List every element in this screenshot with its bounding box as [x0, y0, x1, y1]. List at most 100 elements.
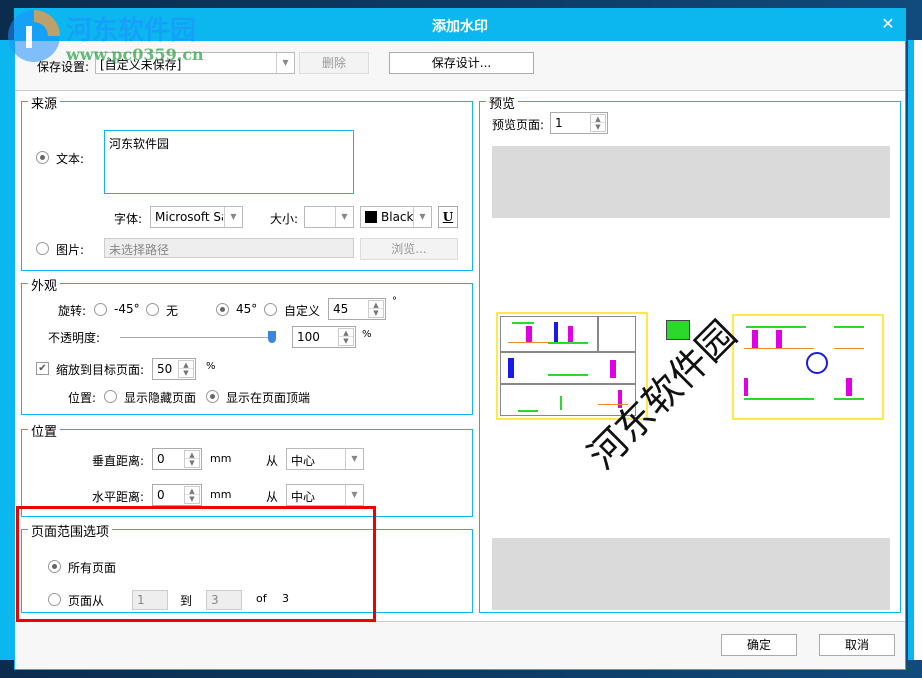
range-to-label: 到: [180, 594, 193, 608]
rotation-custom-value: 45: [333, 302, 349, 316]
delete-button[interactable]: 删除: [299, 52, 369, 74]
close-icon[interactable]: ✕: [879, 15, 897, 33]
font-dropdown[interactable]: Microsoft Sans ▼: [150, 206, 243, 228]
opacity-value: 100: [297, 330, 320, 344]
stepper-arrows-icon[interactable]: ▲ ▼: [368, 300, 384, 318]
stepper-arrows-icon[interactable]: ▲ ▼: [178, 360, 194, 378]
chevron-down-icon: ▼: [224, 207, 242, 227]
stepper-arrows-icon[interactable]: ▲ ▼: [338, 328, 354, 346]
preview-bottom-margin: [492, 538, 890, 610]
preview-group: 预览 预览页面: 1 ▲ ▼ 河东软件园: [479, 93, 901, 613]
dialog-footer: 确定 取消: [15, 621, 905, 669]
save-design-button[interactable]: 保存设计...: [389, 52, 534, 74]
all-pages-radio[interactable]: [48, 560, 61, 573]
appearance-group: 外观 旋转: -45° 无 45° 自定义 45 ▲ ▼ ° 不透明度: 100 …: [21, 275, 473, 415]
opacity-percent-unit: %: [362, 329, 372, 340]
vertical-unit: mm: [210, 452, 232, 465]
horizontal-distance-stepper[interactable]: 0 ▲ ▼: [152, 484, 202, 506]
rotation-option-45: 45°: [236, 302, 258, 316]
color-dropdown[interactable]: Black ▼: [360, 206, 432, 228]
image-source-radio[interactable]: [36, 242, 49, 255]
preview-page-value: 1: [555, 116, 563, 130]
size-label: 大小:: [270, 212, 299, 226]
opacity-label: 不透明度:: [48, 331, 101, 345]
degree-unit: °: [392, 296, 397, 307]
opacity-stepper[interactable]: 100 ▲ ▼: [292, 326, 356, 348]
chevron-down-icon: ▼: [335, 207, 353, 227]
underline-button[interactable]: U: [438, 206, 458, 228]
size-dropdown[interactable]: ▼: [304, 206, 354, 228]
font-value: Microsoft Sans: [155, 210, 223, 224]
font-label: 字体:: [114, 212, 143, 226]
preview-legend: 预览: [486, 93, 519, 112]
rotation-radio-45[interactable]: [216, 303, 229, 316]
vertical-distance-label: 垂直距离:: [92, 454, 145, 468]
vertical-distance-value: 0: [157, 452, 165, 466]
background-app-right-edge: [908, 40, 922, 660]
text-source-label: 文本:: [56, 152, 85, 166]
rotation-option-none: 无: [166, 304, 179, 318]
source-legend: 来源: [28, 93, 61, 112]
chevron-down-icon: ▼: [413, 207, 431, 227]
all-pages-label: 所有页面: [68, 561, 117, 575]
background-app-left-edge: [0, 40, 14, 660]
page-range-label: 页面从: [68, 594, 105, 608]
stepper-arrows-icon[interactable]: ▲ ▼: [184, 450, 200, 468]
cad-drawing-sheet: [732, 314, 884, 420]
position-option-hidden: 显示隐藏页面: [124, 391, 197, 405]
position-radio-top[interactable]: [206, 390, 219, 403]
browse-button[interactable]: 浏览...: [360, 238, 458, 260]
position-option-top: 显示在页面顶端: [226, 391, 311, 405]
position-group: 位置 垂直距离: 0 ▲ ▼ mm 从 中心 ▼ 水平距离: 0 ▲ ▼ mm 从 …: [21, 421, 473, 517]
rotation-option-custom: 自定义: [284, 304, 321, 318]
rotation-radio-none[interactable]: [146, 303, 159, 316]
chevron-down-icon: ▼: [345, 485, 363, 505]
horizontal-from-label: 从: [266, 490, 279, 504]
horizontal-unit: mm: [210, 488, 232, 501]
horizontal-distance-value: 0: [157, 488, 165, 502]
rotation-custom-stepper[interactable]: 45 ▲ ▼: [328, 298, 386, 320]
color-value: Black: [381, 210, 414, 224]
scale-stepper[interactable]: 50 ▲ ▼: [152, 358, 196, 380]
range-from-field[interactable]: 1: [132, 590, 168, 610]
source-group: 来源 文本: 河东软件园 字体: Microsoft Sans ▼ 大小: ▼ …: [21, 93, 473, 271]
horizontal-from-value: 中心: [291, 490, 316, 504]
of-label: of: [256, 592, 267, 605]
position-option-label: 位置:: [68, 391, 97, 405]
opacity-slider-track[interactable]: [120, 337, 272, 338]
cancel-button[interactable]: 取消: [819, 634, 895, 656]
stepper-arrows-icon[interactable]: ▲ ▼: [184, 486, 200, 504]
range-to-field[interactable]: 3: [206, 590, 242, 610]
dialog-body: 来源 文本: 河东软件园 字体: Microsoft Sans ▼ 大小: ▼ …: [15, 91, 905, 621]
stepper-arrows-icon[interactable]: ▲ ▼: [590, 114, 606, 132]
rotation-radio-custom[interactable]: [264, 303, 277, 316]
page-range-radio[interactable]: [48, 593, 61, 606]
color-swatch: [365, 211, 377, 223]
rotation-option-minus45: -45°: [114, 302, 140, 316]
scale-to-page-checkbox[interactable]: ✔: [36, 362, 49, 375]
total-pages: 3: [282, 592, 289, 605]
preview-page-image: 河东软件园: [492, 218, 890, 528]
text-source-radio[interactable]: [36, 151, 49, 164]
preview-page-stepper[interactable]: 1 ▲ ▼: [550, 112, 608, 134]
page-range-legend: 页面范围选项: [28, 521, 113, 540]
site-url-watermark: www.pc0359.cn: [66, 45, 204, 64]
image-path-field[interactable]: 未选择路径: [104, 238, 354, 258]
horizontal-distance-label: 水平距离:: [92, 490, 145, 504]
scale-value: 50: [157, 362, 173, 376]
chevron-down-icon: ▼: [345, 449, 363, 469]
watermark-text-input[interactable]: 河东软件园: [104, 130, 354, 194]
preview-page-label: 预览页面:: [492, 118, 545, 132]
opacity-slider-thumb[interactable]: [268, 331, 276, 343]
page-range-group: 页面范围选项 所有页面 页面从 1 到 3 of 3: [21, 521, 473, 613]
vertical-distance-stepper[interactable]: 0 ▲ ▼: [152, 448, 202, 470]
vertical-from-dropdown[interactable]: 中心 ▼: [286, 448, 364, 470]
preview-top-margin: [492, 146, 890, 218]
rotation-radio-minus45[interactable]: [94, 303, 107, 316]
position-radio-hidden[interactable]: [104, 390, 117, 403]
site-name-watermark: 河东软件园: [66, 16, 197, 46]
position-legend: 位置: [28, 421, 61, 440]
horizontal-from-dropdown[interactable]: 中心 ▼: [286, 484, 364, 506]
image-source-label: 图片:: [56, 243, 85, 257]
ok-button[interactable]: 确定: [721, 634, 797, 656]
